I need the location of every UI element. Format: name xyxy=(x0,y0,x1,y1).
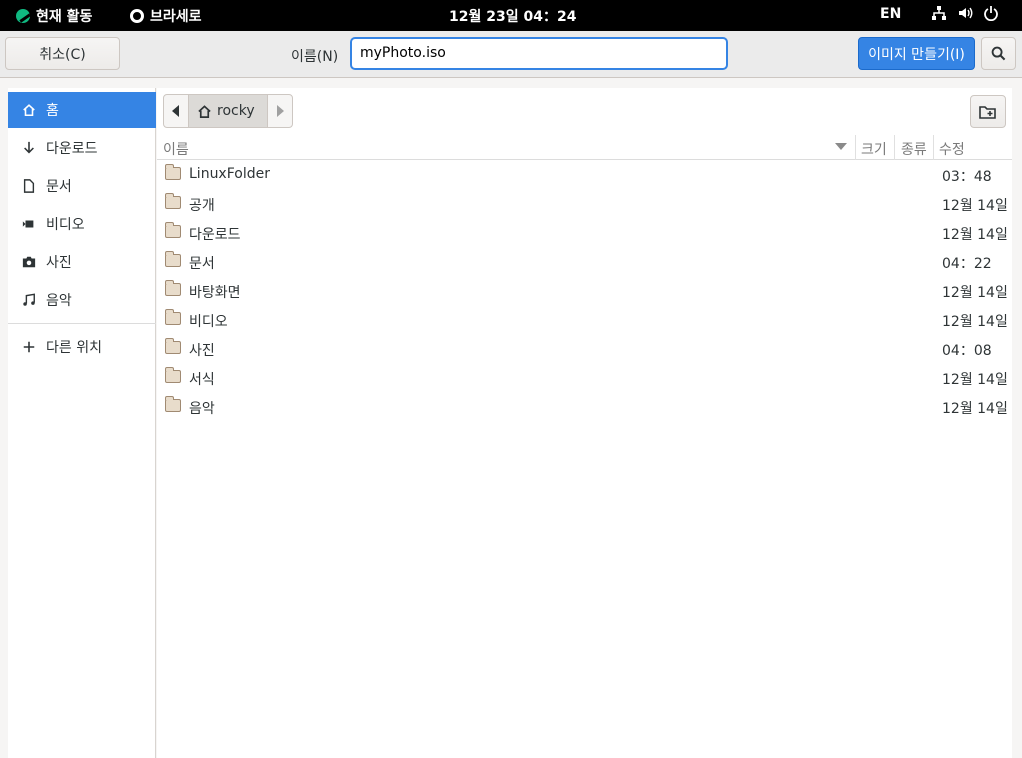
folder-music-icon xyxy=(165,396,181,412)
activities-button[interactable]: 현재 활동 xyxy=(16,6,92,26)
sidebar-item-music[interactable]: 음악 xyxy=(8,282,156,318)
file-name: LinuxFolder xyxy=(189,166,270,182)
music-icon xyxy=(23,293,35,306)
column-name[interactable]: 이름 xyxy=(163,139,189,159)
create-image-button[interactable]: 이미지 만들기(I) xyxy=(858,37,975,70)
folder-icon xyxy=(165,164,181,180)
sidebar-item-other-locations[interactable]: 다른 위치 xyxy=(8,329,156,365)
places-sidebar: 홈 다운로드 문서 비디오 사진 음악 다른 위치 xyxy=(8,88,156,758)
file-name: 다운로드 xyxy=(189,227,241,243)
sidebar-item-videos[interactable]: 비디오 xyxy=(8,206,156,242)
file-name: 문서 xyxy=(189,256,215,272)
path-forward-button[interactable] xyxy=(268,95,292,127)
file-modified: 04：08 xyxy=(942,343,992,359)
folder-pictures-icon xyxy=(165,338,181,354)
file-name: 바탕화면 xyxy=(189,285,241,301)
file-modified: 12월 14일 xyxy=(942,227,1008,243)
file-modified: 12월 14일 xyxy=(942,198,1008,214)
home-icon xyxy=(198,104,211,118)
file-row[interactable]: 바탕화면 12월 14일 xyxy=(157,277,1012,306)
column-type[interactable]: 종류 xyxy=(901,139,927,159)
sidebar-item-label: 문서 xyxy=(46,179,72,195)
sidebar-separator xyxy=(8,323,156,324)
sidebar-item-label: 비디오 xyxy=(46,217,85,233)
file-row[interactable]: 다운로드 12월 14일 xyxy=(157,219,1012,248)
file-row[interactable]: 문서 04：22 xyxy=(157,248,1012,277)
triangle-right-icon xyxy=(276,105,284,117)
sidebar-item-documents[interactable]: 문서 xyxy=(8,168,156,204)
clock[interactable]: 12월 23일 04：24 xyxy=(449,6,576,26)
new-folder-icon xyxy=(979,105,996,119)
file-name: 공개 xyxy=(189,198,215,214)
system-menu[interactable] xyxy=(931,5,999,21)
column-header: 이름 크기 종류 수정 xyxy=(157,135,1012,160)
top-bar: 현재 활동 브라세로 12월 23일 04：24 EN xyxy=(0,0,1022,31)
folder-videos-icon xyxy=(165,309,181,325)
cancel-button[interactable]: 취소(C) xyxy=(5,37,120,70)
app-menu-label: 브라세로 xyxy=(150,9,202,25)
filename-input[interactable]: myPhoto.iso xyxy=(350,37,728,70)
file-row[interactable]: 음악 12월 14일 xyxy=(157,393,1012,422)
home-icon xyxy=(23,104,35,117)
sidebar-item-pictures[interactable]: 사진 xyxy=(8,244,156,280)
document-icon xyxy=(23,179,35,193)
column-size[interactable]: 크기 xyxy=(861,139,887,159)
sidebar-item-label: 음악 xyxy=(46,293,72,309)
path-bar: rocky xyxy=(163,94,293,128)
plus-icon xyxy=(23,341,35,353)
activities-label: 현재 활동 xyxy=(36,9,93,25)
triangle-left-icon xyxy=(172,105,179,117)
file-row[interactable]: 공개 12월 14일 xyxy=(157,190,1012,219)
search-button[interactable] xyxy=(981,37,1016,70)
sort-arrow-icon[interactable] xyxy=(835,143,847,151)
file-modified: 12월 14일 xyxy=(942,372,1008,388)
sidebar-item-label: 사진 xyxy=(46,255,72,271)
file-modified: 12월 14일 xyxy=(942,285,1008,301)
file-name: 서식 xyxy=(189,372,215,388)
file-row[interactable]: 비디오 12월 14일 xyxy=(157,306,1012,335)
sidebar-item-home[interactable]: 홈 xyxy=(8,92,156,128)
file-row[interactable]: 사진 04：08 xyxy=(157,335,1012,364)
power-icon xyxy=(984,6,998,21)
file-modified: 03：48 xyxy=(942,169,992,185)
file-row[interactable]: LinuxFolder 03：48 xyxy=(157,161,1012,190)
folder-templates-icon xyxy=(165,367,181,383)
brasero-icon xyxy=(130,9,144,23)
network-icon xyxy=(932,6,946,20)
folder-desktop-icon xyxy=(165,280,181,296)
file-modified: 04：22 xyxy=(942,256,992,272)
path-back-button[interactable] xyxy=(164,95,188,127)
file-modified: 12월 14일 xyxy=(942,401,1008,417)
volume-icon xyxy=(959,7,973,19)
column-modified[interactable]: 수정 xyxy=(939,139,965,159)
video-icon xyxy=(22,220,34,228)
breadcrumb-label: rocky xyxy=(217,103,255,119)
sidebar-item-downloads[interactable]: 다운로드 xyxy=(8,130,156,166)
camera-icon xyxy=(22,256,36,268)
file-name: 음악 xyxy=(189,401,215,417)
file-name: 비디오 xyxy=(189,314,228,330)
sidebar-item-label: 홈 xyxy=(46,103,59,119)
breadcrumb-home[interactable]: rocky xyxy=(188,95,268,127)
input-language[interactable]: EN xyxy=(880,6,901,22)
app-menu[interactable]: 브라세로 xyxy=(130,6,202,26)
folder-documents-icon xyxy=(165,251,181,267)
rocky-logo-icon xyxy=(16,9,30,23)
folder-download-icon xyxy=(165,222,181,238)
file-name: 사진 xyxy=(189,343,215,359)
folder-public-icon xyxy=(165,193,181,209)
file-modified: 12월 14일 xyxy=(942,314,1008,330)
sidebar-item-label: 다른 위치 xyxy=(46,340,102,356)
search-icon xyxy=(991,46,1006,61)
download-icon xyxy=(24,141,34,154)
dialog-header: 취소(C) 이름(N) myPhoto.iso 이미지 만들기(I) xyxy=(0,31,1022,78)
name-label: 이름(N) xyxy=(291,49,339,65)
file-row[interactable]: 서식 12월 14일 xyxy=(157,364,1012,393)
sidebar-item-label: 다운로드 xyxy=(46,141,98,157)
new-folder-button[interactable] xyxy=(970,95,1006,128)
